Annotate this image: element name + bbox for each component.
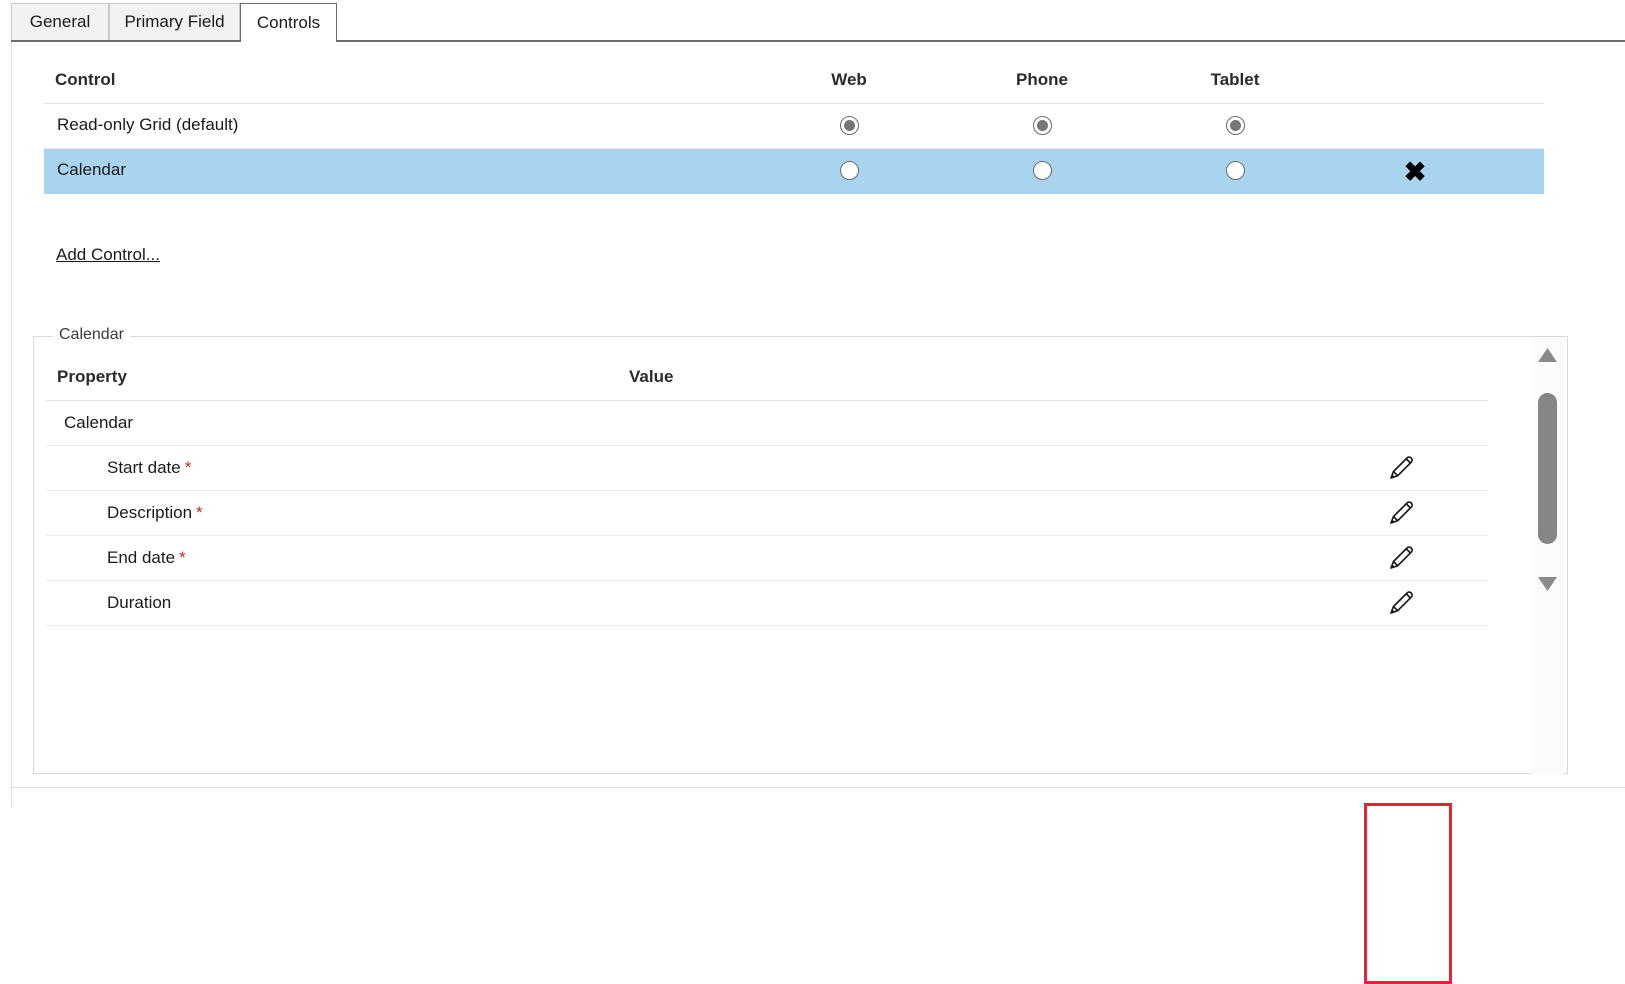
panel-bottom-divider [12,787,1625,788]
triangle-up-icon[interactable] [1536,346,1559,364]
fieldset-legend: Calendar [53,326,130,344]
tab-controls[interactable]: Controls [240,3,337,42]
pencil-icon[interactable] [1384,498,1418,530]
table-row[interactable]: Description * [46,491,1488,536]
controls-table-header: Control Web Phone Tablet [44,62,1544,104]
property-label: Start date [107,458,181,477]
column-header-tablet: Tablet [1210,70,1260,89]
radio-cell-phone [982,116,1102,135]
annotation-highlight-box [1364,803,1452,984]
calendar-properties-fieldset: Calendar Property Value Calendar Start d… [33,326,1568,984]
radio-cell-phone [982,161,1102,180]
column-header-control: Control [55,70,116,89]
properties-scrollbar[interactable] [1531,338,1564,774]
radio-tablet-calendar[interactable] [1225,161,1245,180]
column-header-value: Value [629,367,674,386]
property-label: Calendar [64,413,133,432]
column-header-property: Property [57,367,127,386]
radio-cell-web [789,161,909,180]
tab-general[interactable]: General [11,3,109,40]
column-header-web: Web [831,70,867,89]
property-name: Calendar [64,413,133,433]
triangle-down-icon[interactable] [1536,575,1559,593]
table-row[interactable]: Start date * [46,446,1488,491]
radio-phone-calendar[interactable] [1032,161,1052,180]
table-row[interactable]: Read-only Grid (default) [44,104,1544,149]
controls-panel: Control Web Phone Tablet Read-only Grid … [11,42,1625,984]
property-label: End date [107,548,176,567]
properties-table-header: Property Value [46,357,1488,401]
control-name: Read-only Grid (default) [57,115,239,134]
add-control-link[interactable]: Add Control... [56,245,160,265]
tab-strip: General Primary Field Controls [0,0,1625,42]
tab-general-label: General [29,12,91,31]
property-name: Start date * [107,458,191,478]
required-marker: * [179,548,186,567]
tab-controls-label: Controls [256,13,321,32]
table-row[interactable]: Duration [46,581,1488,626]
radio-cell-web [789,116,909,135]
radio-cell-tablet [1175,116,1295,135]
radio-cell-tablet [1175,161,1295,180]
table-row[interactable]: End date * [46,536,1488,581]
tab-primary-field[interactable]: Primary Field [109,3,240,40]
required-marker: * [184,458,192,477]
tab-primary-field-label: Primary Field [124,12,225,31]
property-name: Duration [107,593,171,613]
property-label: Description [107,503,193,522]
property-name: End date * [107,548,186,568]
radio-web-calendar[interactable] [839,161,859,180]
property-name: Description * [107,503,203,523]
scrollbar-thumb[interactable] [1538,393,1557,544]
column-header-phone: Phone [1016,70,1068,89]
control-name: Calendar [57,160,126,179]
close-x-icon[interactable]: ✖ [1399,156,1431,188]
radio-phone-readonly-grid[interactable] [1032,116,1052,135]
pencil-icon[interactable] [1384,543,1418,575]
pencil-icon[interactable] [1384,588,1418,620]
required-marker: * [196,503,203,522]
table-row[interactable]: Calendar ✖ [44,149,1544,194]
table-row[interactable]: Calendar [46,401,1488,446]
radio-web-readonly-grid[interactable] [839,116,859,135]
pencil-icon[interactable] [1384,453,1418,485]
radio-tablet-readonly-grid[interactable] [1225,116,1245,135]
controls-table: Control Web Phone Tablet Read-only Grid … [44,62,1544,194]
properties-table: Property Value Calendar Start date * Des… [46,357,1488,626]
property-label: Duration [107,593,172,612]
